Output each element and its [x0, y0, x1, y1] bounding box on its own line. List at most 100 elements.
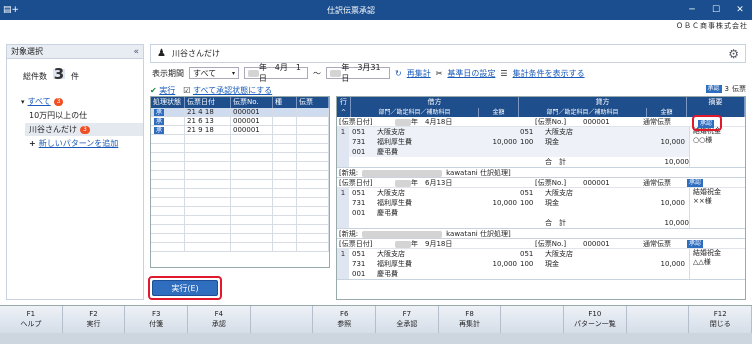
table-row-empty — [151, 153, 329, 162]
collapse-icon[interactable]: « — [133, 47, 143, 57]
title-bar: ▤+ 仕訳伝票承認 ─ ☐ ✕ — [0, 0, 752, 20]
refresh-icon[interactable]: ↻ — [395, 69, 402, 78]
set-all-approved-link[interactable]: ☑ すべて承認状態にする — [183, 85, 272, 96]
col-status[interactable]: 処理状態 — [151, 97, 185, 108]
f2-button[interactable]: F2 実行 — [62, 306, 126, 333]
f10-button[interactable]: F10 パターン一覧 — [564, 306, 627, 333]
credit-code: 051 — [520, 128, 534, 136]
fkey-label: 再集計 — [459, 320, 481, 328]
voucher-block[interactable]: [伝票日付] 年 4月18日 [伝票No.] 000001 通常伝票 1 051… — [337, 117, 745, 178]
show-conditions-link[interactable]: 集計条件を表示する — [513, 68, 585, 79]
col-no[interactable]: 伝票No. — [231, 97, 273, 108]
summary-line: △△様 — [693, 258, 711, 266]
plus-icon: + — [29, 139, 36, 148]
entry-line: 731 福利厚生費 10,000 100 現金 10,000 — [349, 137, 689, 147]
entry-line: 051 大阪支店 051 大阪支店 — [349, 188, 689, 198]
cell-day: 18 — [204, 126, 214, 134]
period-select[interactable]: すべて ▾ — [189, 67, 239, 79]
f12-button[interactable]: F12 閉じる — [689, 306, 752, 333]
date-to-value: 年 3月31日 — [341, 63, 381, 83]
approval-summary: 承認 3 伝票 — [660, 84, 746, 94]
voucher-block[interactable]: [伝票日付] 年 6月13日 [伝票No.] 000001 通常伝票 承認 1 … — [337, 178, 745, 239]
table-row-empty — [151, 198, 329, 207]
cell-no: 000001 — [231, 117, 273, 125]
date-from-field[interactable]: 年 4月 1日 — [244, 63, 308, 83]
redacted-timestamp — [362, 231, 443, 238]
col-type[interactable]: 種 — [273, 97, 297, 108]
tree-item-10man[interactable]: 10万円以上の仕 — [25, 109, 143, 122]
header-dept: 部門／勘定科目／補助科目 — [351, 108, 479, 117]
header-summary: 摘要 — [687, 97, 745, 108]
f1-button[interactable]: F1 ヘルプ — [0, 306, 63, 333]
summary-cell[interactable]: 結婚祝金 ××様 — [689, 188, 745, 228]
gear-icon[interactable]: ⚙ — [728, 47, 739, 61]
minimize-icon[interactable]: ─ — [680, 5, 704, 15]
fkey-label: 実行 — [86, 320, 101, 328]
cell-day: 18 — [204, 108, 214, 116]
status-chip[interactable]: 承認 — [687, 240, 704, 248]
new-label: [新規: — [339, 230, 359, 238]
status-chip[interactable]: 承認 — [687, 179, 704, 187]
cell-year: 21 — [187, 108, 196, 116]
summary-line: 結婚祝金 — [693, 188, 721, 196]
debit-amount: 10,000 — [492, 199, 518, 207]
redacted-year — [395, 119, 411, 126]
user-stamp-icon: ♟ — [157, 48, 166, 59]
fkey-code: F6 — [339, 310, 349, 318]
f7-button[interactable]: F7 全承認 — [376, 306, 439, 333]
date-to-field[interactable]: 年 3月31日 — [326, 63, 390, 83]
header-debit: 借方 — [351, 97, 519, 108]
maximize-icon[interactable]: ☐ — [704, 5, 728, 15]
voucher-detail-table: 行 借方 貸方 摘要 ^ 部門／勘定科目／補助科目 金額 部門／勘定科目／補助科… — [336, 96, 746, 300]
close-icon[interactable]: ✕ — [728, 5, 752, 15]
f4-button[interactable]: F4 承認 — [188, 306, 251, 333]
recalc-link[interactable]: 再集計 — [407, 68, 431, 79]
count-badge: 3 — [80, 125, 90, 134]
col-date[interactable]: 伝票日付 — [185, 97, 231, 108]
total-label: 総件数 — [23, 72, 47, 81]
chevron-down-icon[interactable]: ▾ — [21, 98, 25, 106]
function-key-bar: F1 ヘルプ F2 実行 F3 付箋 F4 承認 F6 参照 F7 全承認 F8 再集計 F1… — [0, 305, 752, 333]
cell-year: 21 — [187, 126, 196, 134]
app-menu-icon[interactable]: ▤+ — [0, 5, 22, 15]
cell-no: 000001 — [231, 126, 273, 134]
voucher-type: 通常伝票 — [643, 118, 671, 126]
cell-month: 4 — [198, 108, 203, 116]
f8-button[interactable]: F8 再集計 — [438, 306, 502, 333]
cell-day: 13 — [204, 117, 214, 125]
summary-cell[interactable]: 結婚祝金 △△様 — [689, 249, 745, 279]
status-chip[interactable]: 承 — [154, 109, 165, 116]
f6-button[interactable]: F6 参照 — [313, 306, 377, 333]
base-date-link[interactable]: 基準日の設定 — [447, 68, 495, 79]
table-row-empty — [151, 216, 329, 225]
sort-icon[interactable]: ^ — [337, 108, 351, 117]
status-chip[interactable]: 承 — [154, 127, 165, 134]
add-pattern-link[interactable]: 新しいパターンを追加 — [39, 138, 119, 149]
table-row[interactable]: 承 21 9 18 000001 — [151, 126, 329, 135]
tree-item-kawatani[interactable]: 川谷さんだけ 3 — [25, 123, 143, 136]
fkey-label: 承認 — [211, 320, 226, 328]
table-row[interactable]: 承 21 4 18 000001 — [151, 108, 329, 117]
list-icon: ☰ — [500, 68, 508, 78]
execute-link[interactable]: ✔ 実行 — [150, 85, 175, 96]
tree-item-all[interactable]: ▾ すべて 3 — [17, 95, 143, 108]
f3-button[interactable]: F3 付箋 — [125, 306, 189, 333]
status-chip[interactable]: 承 — [154, 118, 165, 125]
no-label: [伝票No.] — [535, 179, 567, 187]
line-number: 1 — [337, 127, 349, 167]
entry-line: 731 福利厚生費 10,000 100 現金 10,000 — [349, 198, 689, 208]
check-icon: ✔ — [150, 85, 157, 95]
summary-cell[interactable]: 結婚祝金 ○○様 — [689, 127, 745, 167]
voucher-type: 通常伝票 — [643, 240, 671, 248]
col-voucher[interactable]: 伝票 — [297, 97, 329, 108]
debit-code: 731 — [352, 260, 366, 268]
fkey-label: 全承認 — [396, 320, 418, 328]
execute-button[interactable]: 実行(E) — [152, 280, 218, 296]
voucher-block[interactable]: [伝票日付] 年 9月18日 [伝票No.] 000001 通常伝票 承認 1 … — [337, 239, 745, 280]
window-title: 仕訳伝票承認 — [327, 5, 375, 15]
add-pattern[interactable]: + 新しいパターンを追加 — [25, 137, 143, 150]
no-label: [伝票No.] — [535, 118, 567, 126]
credit-code: 100 — [520, 199, 534, 207]
table-row[interactable]: 承 21 6 13 000001 — [151, 117, 329, 126]
voucher-date: 年 6月13日 — [411, 179, 453, 187]
